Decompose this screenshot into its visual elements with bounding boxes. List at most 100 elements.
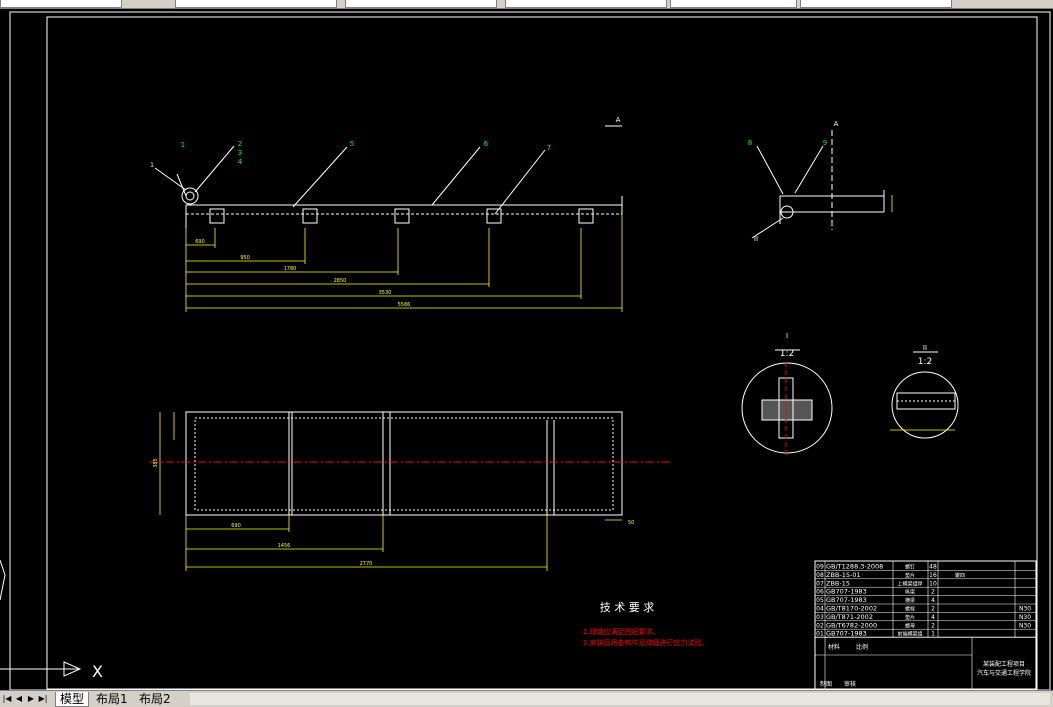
balloon-label: 1 (181, 141, 185, 149)
bom-row: 03 GB/T871-2002 垫片 4 N30 (815, 613, 1036, 622)
bom-remark: 聚四 (955, 573, 965, 579)
section-mark: II (754, 235, 758, 243)
bom-qty: 48 (929, 564, 937, 571)
dimension-label: 950 (240, 255, 250, 261)
detail-label: II (923, 344, 927, 352)
detail-scale: 1:2 (918, 357, 932, 367)
balloon-label: 5 (350, 140, 354, 148)
bom-field-label: 审核 (844, 680, 856, 688)
dimension-label: 385 (153, 458, 159, 468)
dimension-label: 3530 (379, 290, 392, 296)
bom-rows: 09 GB/T1288.3-2008 螺钉 4808 ZBB-15-01 垫片 16 聚四07… (815, 563, 1036, 688)
balloon-label: 6 (484, 140, 489, 148)
style-dropdown[interactable] (670, 0, 797, 8)
bom-row: 06 GB707-1983 纵梁 2 (815, 588, 1036, 596)
bom-title-line: 汽车与交通工程学院 (977, 669, 1031, 677)
bom-code: GB/T6782-2000 (826, 621, 877, 629)
bom-code: GB/T1288.3-2008 (826, 563, 883, 571)
first-tab-button[interactable]: |◀ (2, 693, 12, 704)
bom-name: 横梁 (905, 597, 915, 604)
bom-field-label: 制图 (820, 680, 832, 688)
bom-title-line: 某装配工程项目 (983, 660, 1025, 668)
tech-requirement-item: 1.焊缝应满足图纸要求。 (583, 627, 660, 636)
bom-qty: 1 (931, 631, 935, 638)
bom-row: 02 GB/T6782-2000 螺母 2 N30 (815, 621, 1036, 630)
horizontal-scrollbar[interactable] (190, 693, 1050, 705)
ucs-icon (0, 559, 82, 677)
bom-no: 04 (816, 606, 824, 613)
tab-layout1[interactable]: 布局1 (92, 692, 132, 706)
bom-no: 07 (816, 580, 824, 587)
dimension-label: 690 (231, 523, 241, 529)
bom-name: 上横梁组焊 (897, 580, 922, 587)
lineweight-dropdown[interactable] (345, 0, 497, 8)
bom-qty: 10 (929, 580, 937, 587)
bom-no: 02 (816, 622, 824, 629)
bom-code: GB707-1983 (826, 630, 867, 638)
bom-row: 07 ZBB-15 上横梁组焊 10 (815, 579, 1036, 588)
bom-material: N30 (1019, 622, 1031, 629)
bom-no: 08 (816, 572, 824, 579)
bom-qty: 2 (931, 589, 935, 596)
detail-scale: 1:2 (780, 349, 794, 359)
balloon-label: 9 (823, 139, 827, 147)
bom-qty: 16 (929, 572, 937, 579)
dimstyle-dropdown[interactable] (800, 0, 952, 8)
bom-code: ZBB-15-01 (826, 571, 861, 579)
bom-qty: 4 (931, 597, 935, 604)
dimension-label: 1780 (284, 266, 297, 272)
layer-dropdown[interactable] (0, 0, 122, 8)
balloon-label: 2 (238, 140, 242, 148)
bom-field-label: 材料 (828, 643, 840, 651)
bom-name: 纵梁 (905, 589, 915, 596)
bom-no: 03 (816, 614, 824, 621)
bom-field-label: 比例 (856, 643, 868, 651)
front-view (154, 125, 623, 312)
drawing-canvas[interactable]: 09 GB/T1288.3-2008 螺钉 4808 ZBB-15-01 垫片 16 聚四07… (0, 8, 1053, 690)
balloon-label: 1 (150, 162, 154, 169)
dimension-label: 5586 (398, 302, 411, 308)
tab-model[interactable]: 模型 (55, 692, 90, 707)
dimension-label: 50 (628, 520, 634, 526)
dimension-label: 2850 (334, 278, 347, 284)
last-tab-button[interactable]: ▶| (38, 693, 48, 704)
bom-no: 01 (816, 631, 824, 638)
linetype-dropdown[interactable] (175, 0, 337, 8)
bom-row: 04 GB/T8170-2002 螺栓 2 N30 (815, 605, 1036, 613)
bom-material: N30 (1019, 614, 1031, 621)
inner-border (46, 16, 1038, 690)
bom-qty: 2 (931, 622, 935, 629)
dimension-label: 2770 (360, 561, 373, 567)
tech-requirements-title: 技 术 要 求 (600, 601, 655, 614)
bom-no: 05 (816, 597, 824, 604)
balloon-label: 4 (238, 158, 243, 166)
dimension-label: 1456 (278, 543, 291, 549)
bom-name: 垫片 (905, 614, 915, 621)
tab-layout2[interactable]: 布局2 (135, 692, 175, 706)
bom-no: 09 (816, 564, 824, 571)
bom-name: 垫片 (905, 572, 915, 579)
balloon-label: 8 (748, 139, 752, 147)
balloon-label: 3 (238, 149, 242, 157)
bom-row: 09 GB/T1288.3-2008 螺钉 48 (815, 563, 1036, 571)
view-label: A (616, 116, 621, 124)
tech-requirement-item: 2.安装后将各构件及焊缝进行应力试验。 (583, 638, 709, 647)
bom-row: 01 GB707-1983 前端横梁组 1 (815, 630, 1036, 638)
prev-tab-button[interactable]: ◀ (14, 693, 24, 704)
bom-name: 前端横梁组 (897, 631, 922, 638)
ucs-x-label: X (92, 662, 103, 681)
bom-qty: 2 (931, 606, 935, 613)
next-tab-button[interactable]: ▶ (26, 693, 36, 704)
plotstyle-dropdown[interactable] (505, 0, 667, 8)
view-label: A (834, 120, 839, 128)
bom-code: GB/T871-2002 (826, 613, 873, 621)
bom-qty: 4 (931, 614, 935, 621)
bom-code: GB/T8170-2002 (826, 605, 877, 613)
bom-code: GB707-1983 (826, 596, 867, 604)
bom-code: GB707-1983 (826, 588, 867, 596)
outer-border (9, 11, 1051, 690)
bom-code: ZBB-15 (826, 579, 850, 587)
balloon-label: 7 (547, 144, 551, 152)
plan-view (150, 411, 672, 571)
bom-name: 螺栓 (905, 606, 915, 613)
